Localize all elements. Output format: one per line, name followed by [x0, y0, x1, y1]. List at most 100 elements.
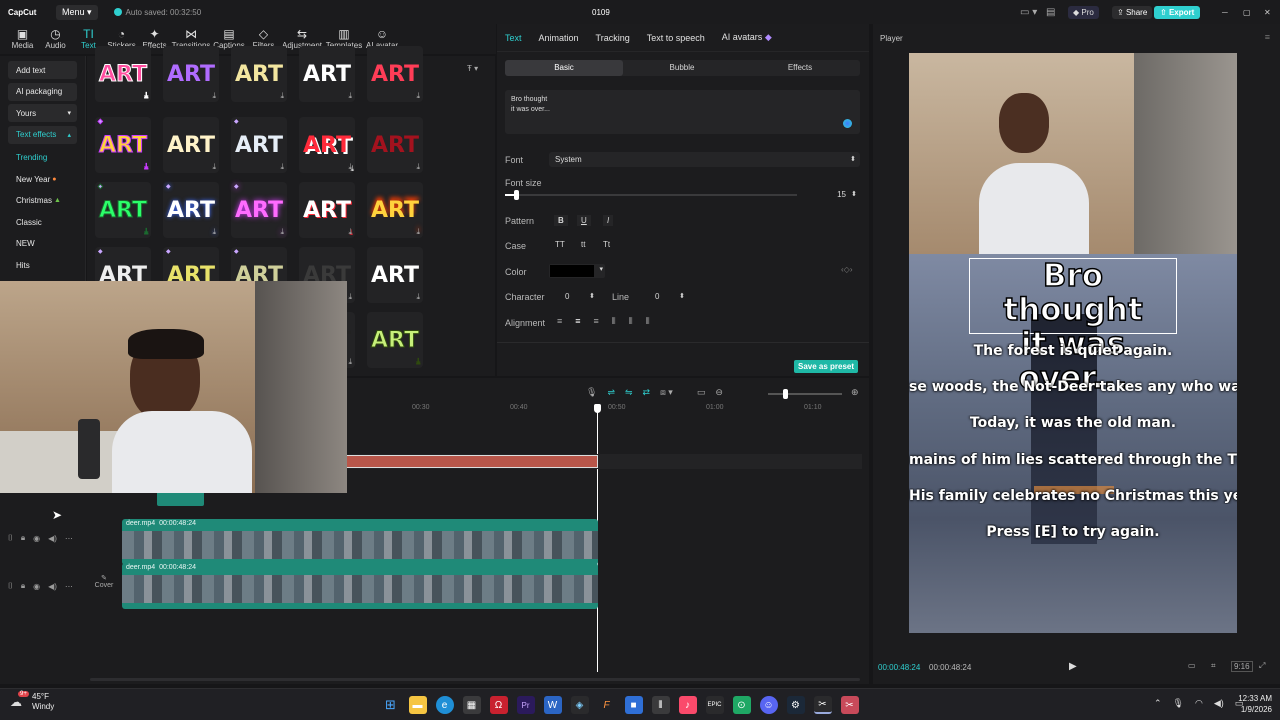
- list-icon[interactable]: ▤: [1046, 7, 1055, 18]
- color-picker[interactable]: ▾: [549, 264, 605, 278]
- tab-text[interactable]: Text: [505, 33, 522, 43]
- horizontal-scrollbar[interactable]: [90, 678, 860, 681]
- effect-tile[interactable]: ART ⤓: [367, 247, 423, 303]
- nav-classic[interactable]: Classic: [0, 212, 85, 234]
- zoom-out-icon[interactable]: ⊖: [715, 387, 723, 398]
- download-icon[interactable]: ⤓: [416, 357, 420, 367]
- lock-icon[interactable]: 🔒︎: [21, 533, 25, 543]
- cover-button[interactable]: ✎ Cover: [92, 574, 116, 598]
- weather-widget[interactable]: ☁ 9+ 45°F Windy: [10, 691, 54, 712]
- ai-assist-icon[interactable]: [843, 119, 852, 128]
- ratio-button[interactable]: 9:16: [1231, 661, 1253, 672]
- slider-handle[interactable]: [514, 190, 519, 200]
- xbox-icon[interactable]: ⊙: [732, 696, 751, 714]
- save-preset-button[interactable]: Save as preset: [794, 360, 859, 373]
- magnet-icon[interactable]: ⇋: [625, 387, 633, 398]
- font-size-input[interactable]: 15 ⬍: [803, 188, 860, 202]
- discord-icon[interactable]: ☺: [759, 696, 778, 714]
- effect-tile[interactable]: ART ⤓: [299, 46, 355, 102]
- download-icon[interactable]: ⤓: [144, 227, 148, 237]
- effect-tile[interactable]: ART ⤓: [95, 46, 151, 102]
- underline-button[interactable]: U: [577, 215, 591, 226]
- nav-new-year[interactable]: New Year ●: [0, 169, 85, 191]
- zoom-handle[interactable]: [783, 389, 788, 399]
- effect-tile[interactable]: ART ⤓: [231, 46, 287, 102]
- effect-tile[interactable]: ART ⤓: [367, 117, 423, 173]
- zoom-in-icon[interactable]: ⊕: [851, 387, 859, 398]
- keyframe-icon[interactable]: ‹◇›: [841, 265, 852, 274]
- download-icon[interactable]: ⤓: [144, 162, 148, 172]
- nav-hits[interactable]: Hits: [0, 255, 85, 277]
- chevron-up-icon[interactable]: ⌃: [1154, 698, 1162, 709]
- layout-icon[interactable]: ▭ ▾: [1020, 7, 1037, 18]
- tab-ai-avatars[interactable]: AI avatars ◆: [722, 32, 772, 43]
- download-icon[interactable]: ⤓: [348, 227, 352, 237]
- video-clip[interactable]: deer.mp4 00:00:48:24: [122, 563, 598, 609]
- tab-tracking[interactable]: Tracking: [596, 33, 630, 43]
- premiere-icon[interactable]: Pr: [516, 696, 535, 714]
- fl-icon[interactable]: F: [598, 696, 616, 714]
- file-explorer-icon[interactable]: ▬: [408, 696, 427, 714]
- play-icon[interactable]: ▶: [1069, 661, 1077, 672]
- split-icon[interactable]: ⧈ ▾: [660, 387, 673, 398]
- download-icon[interactable]: ⤓: [280, 227, 284, 237]
- edge-icon[interactable]: e: [435, 696, 454, 714]
- character-spacing-input[interactable]: 0 ⬍: [555, 290, 597, 304]
- preview-axis-icon[interactable]: ▭: [697, 387, 706, 398]
- effect-tile[interactable]: ◆ ART ⤓: [163, 182, 219, 238]
- crop-icon[interactable]: ⌗: [1211, 661, 1216, 671]
- tool-audio[interactable]: ◷ Audio: [39, 28, 72, 54]
- download-icon[interactable]: ⤓: [280, 91, 284, 101]
- nav-ai-packaging[interactable]: AI packaging: [8, 82, 77, 101]
- playhead-handle[interactable]: [594, 404, 601, 413]
- download-icon[interactable]: ⤓: [416, 292, 420, 302]
- microphone-tray-icon[interactable]: 🎙︎: [1173, 698, 1184, 709]
- video-preview[interactable]: Bro thought it was over... The forest is…: [909, 53, 1237, 633]
- fullscreen-icon[interactable]: ⤢: [1259, 661, 1265, 671]
- line-spacing-input[interactable]: 0 ⬍: [645, 290, 687, 304]
- download-icon[interactable]: ⤓: [416, 91, 420, 101]
- vertical-align-bottom-icon[interactable]: ⦀: [646, 316, 650, 327]
- download-icon[interactable]: ⤓: [348, 91, 352, 101]
- share-button[interactable]: ⇪ Share: [1112, 5, 1153, 19]
- windows-start-icon[interactable]: ⊞: [382, 696, 400, 714]
- tab-animation[interactable]: Animation: [539, 33, 579, 43]
- microphone-icon[interactable]: 🎙︎: [586, 387, 597, 398]
- maximize-button[interactable]: ▢: [1243, 8, 1251, 17]
- nav-trending[interactable]: Trending: [0, 147, 85, 169]
- volume-icon[interactable]: ◀): [1214, 698, 1224, 709]
- clock[interactable]: 12:33 AM 1/9/2026: [1228, 693, 1272, 715]
- lowercase-button[interactable]: tt: [581, 240, 585, 249]
- effect-tile[interactable]: ART ⤓: [367, 182, 423, 238]
- export-button[interactable]: ⇧ Export: [1154, 5, 1201, 19]
- timeline-ruler[interactable]: 00:30 00:40 00:50 01:00 01:10: [346, 404, 866, 416]
- download-icon[interactable]: ⤓: [280, 162, 284, 172]
- menu-icon[interactable]: ≡: [1265, 32, 1270, 42]
- link-icon[interactable]: ⇌: [607, 387, 615, 398]
- effect-tile[interactable]: ART ⤓: [299, 182, 355, 238]
- tab-text-to-speech[interactable]: Text to speech: [647, 33, 705, 43]
- download-icon[interactable]: ⤓: [212, 162, 216, 172]
- subtab-basic[interactable]: Basic: [505, 60, 623, 76]
- track-lock-icon[interactable]: ⌷: [8, 533, 13, 543]
- steam-icon[interactable]: ⚙: [786, 696, 805, 714]
- download-icon[interactable]: ⤓: [144, 91, 148, 101]
- lock-icon[interactable]: 🔒︎: [21, 581, 25, 591]
- effect-tile[interactable]: ART ⤓: [367, 46, 423, 102]
- effect-tile[interactable]: ◆ ART ⤓: [95, 182, 151, 238]
- effect-tile[interactable]: ART ⤓: [367, 312, 423, 368]
- video-clip[interactable]: deer.mp4 00:00:48:24: [122, 519, 598, 565]
- subtab-effects[interactable]: Effects: [741, 60, 859, 76]
- download-icon[interactable]: ⤓: [212, 91, 216, 101]
- menu-button[interactable]: Menu ▾: [56, 4, 98, 20]
- download-icon[interactable]: ⤓: [416, 227, 420, 237]
- eye-icon[interactable]: ◉: [33, 534, 40, 543]
- effect-tile[interactable]: ◆ ART ⤓: [231, 117, 287, 173]
- nav-yours[interactable]: Yours ▾: [8, 104, 77, 122]
- music-icon[interactable]: ♪: [678, 696, 697, 714]
- subtab-bubble[interactable]: Bubble: [623, 60, 741, 76]
- download-icon[interactable]: ⤓: [416, 162, 420, 172]
- nav-christmas[interactable]: Christmas ▲: [0, 190, 85, 212]
- text-clip[interactable]: [346, 455, 598, 468]
- mcafee-icon[interactable]: Ω: [489, 696, 508, 714]
